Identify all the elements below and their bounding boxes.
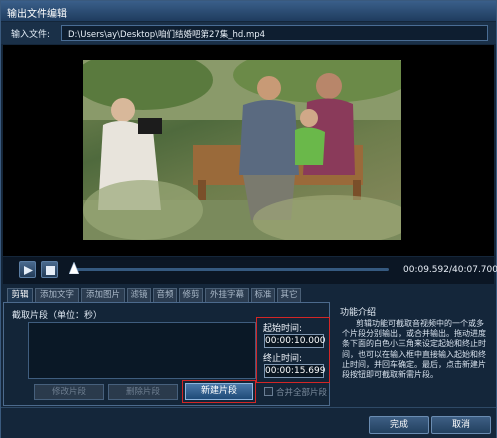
playback-controls: 00:09.592/40:07.700 [3, 257, 497, 284]
stop-button[interactable] [41, 261, 58, 278]
time-range-box: 起始时间: 00:00:10.000 终止时间: 00:00:15.699 [256, 317, 330, 383]
clip-panel: 截取片段（单位：秒） 起始时间: 00:00:10.000 终止时间: 00:0… [3, 302, 330, 406]
new-clip-highlight: 新建片段 [182, 380, 256, 403]
new-clip-button[interactable]: 新建片段 [185, 383, 253, 400]
progress-track[interactable] [71, 268, 389, 271]
info-text: 剪辑功能可截取音视频中的一个或多个片段分别输出，或合并输出。拖动进度条下面的白色… [342, 319, 486, 380]
play-button[interactable] [19, 261, 36, 278]
info-panel: 功能介绍 剪辑功能可截取音视频中的一个或多个片段分别输出，或合并输出。拖动进度条… [332, 302, 494, 406]
input-file-label: 输入文件: [11, 30, 51, 40]
play-icon [24, 266, 33, 275]
output-edit-window: 输出文件编辑 输入文件: D:\Users\ay\Desktop\咱们结婚吧第2… [0, 0, 497, 438]
clip-list[interactable] [28, 322, 256, 379]
tab-trim[interactable]: 修剪 [179, 288, 203, 302]
cancel-button[interactable]: 取消 [431, 416, 491, 434]
merge-all-option[interactable]: 合并全部片段 [264, 386, 327, 398]
tab-clip[interactable]: 剪辑 [7, 288, 33, 302]
end-time-input[interactable]: 00:00:15.699 [264, 364, 325, 378]
tab-filter[interactable]: 滤镜 [127, 288, 151, 302]
delete-clip-button[interactable]: 删除片段 [108, 384, 178, 400]
tab-other[interactable]: 其它 [277, 288, 301, 302]
end-time-label: 终止时间: [263, 354, 303, 364]
window-title: 输出文件编辑 [7, 9, 67, 20]
start-time-label: 起始时间: [263, 324, 303, 334]
dialog-footer: 完成 取消 [1, 407, 496, 438]
video-preview [3, 45, 494, 256]
start-marker-icon[interactable] [69, 262, 79, 274]
finish-button[interactable]: 完成 [369, 416, 429, 434]
tab-subtitle[interactable]: 外挂字幕 [205, 288, 249, 302]
time-display: 00:09.592/40:07.700 [403, 265, 497, 275]
info-heading: 功能介绍 [340, 308, 377, 318]
clip-caption: 截取片段（单位：秒） [12, 311, 103, 321]
tab-add-text[interactable]: 添加文字 [35, 288, 79, 302]
start-time-input[interactable]: 00:00:10.000 [264, 334, 325, 348]
merge-checkbox[interactable] [264, 387, 273, 396]
tab-bar: 剪辑 添加文字 添加图片 滤镜 音频 修剪 外挂字幕 标准 其它 [3, 288, 494, 302]
input-file-row: 输入文件: D:\Users\ay\Desktop\咱们结婚吧第27集_hd.m… [1, 22, 496, 44]
merge-label: 合并全部片段 [276, 388, 328, 398]
tab-standard[interactable]: 标准 [251, 288, 275, 302]
video-frame [83, 60, 401, 240]
tab-add-image[interactable]: 添加图片 [81, 288, 125, 302]
video-frame-image [83, 60, 401, 240]
tab-audio[interactable]: 音频 [153, 288, 177, 302]
stop-icon [46, 266, 55, 275]
input-file-field[interactable]: D:\Users\ay\Desktop\咱们结婚吧第27集_hd.mp4 [61, 25, 488, 41]
title-bar: 输出文件编辑 [1, 1, 496, 21]
modify-clip-button[interactable]: 修改片段 [34, 384, 104, 400]
